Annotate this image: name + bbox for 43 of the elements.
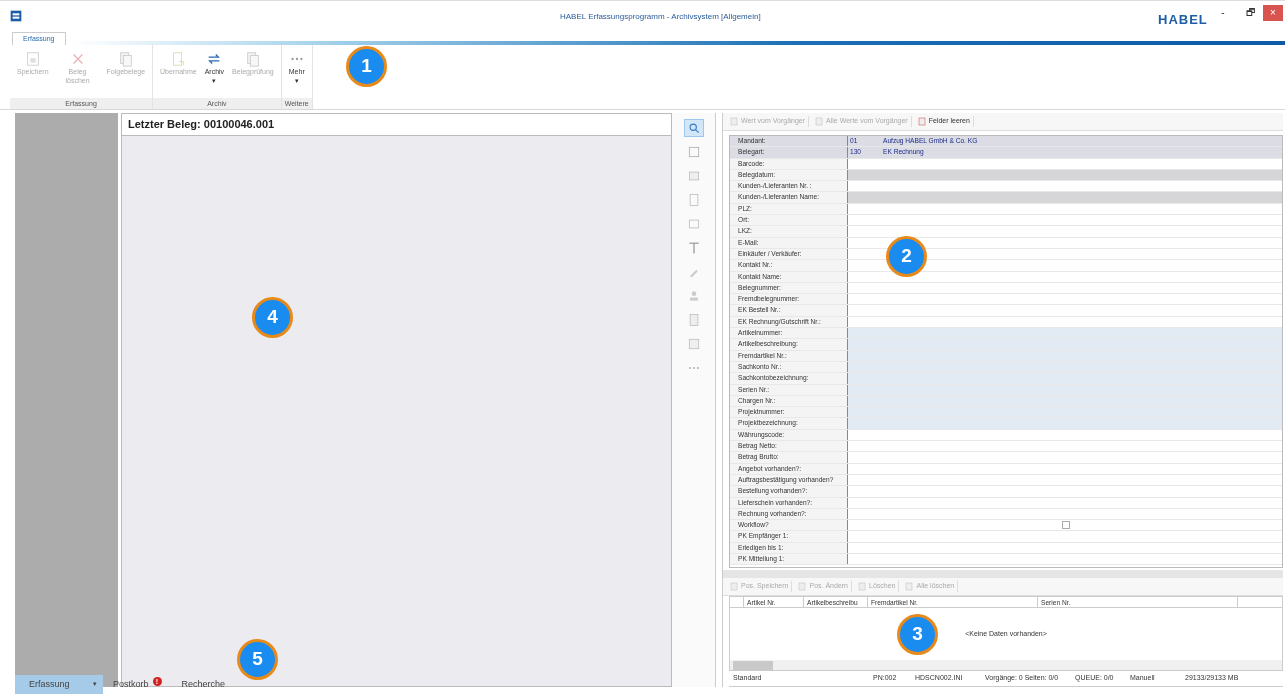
bottom-tab[interactable]: Recherche [171, 675, 236, 694]
window-title: HABEL Erfassungsprogramm - Archivsystem [Allgemein] [560, 11, 761, 23]
page-icon [686, 337, 701, 351]
field-input[interactable] [848, 350, 1282, 361]
minimize-button[interactable]: - [1213, 5, 1233, 21]
restore-button[interactable]: 🗗 [1240, 5, 1260, 21]
document-icon [686, 193, 701, 207]
document-icon [798, 582, 808, 591]
field-input[interactable] [848, 395, 1282, 407]
viewer-tool-button[interactable] [683, 119, 704, 137]
field-input[interactable] [848, 169, 1282, 181]
app-icon [10, 9, 22, 22]
callout-badge: 2 [886, 236, 927, 277]
field-input[interactable] [848, 384, 1282, 395]
document-icon [686, 313, 701, 327]
document-icon [917, 117, 927, 126]
splitter-bar[interactable] [723, 570, 1283, 578]
document-icon [730, 117, 739, 126]
field-input[interactable] [848, 418, 1282, 429]
field-input[interactable] [848, 192, 1282, 203]
text-icon [686, 241, 701, 255]
document-icon [905, 582, 915, 591]
documents-icon [117, 51, 134, 67]
close-button[interactable]: × [1263, 5, 1283, 21]
callout-badge: 3 [897, 614, 938, 655]
page-icon [686, 145, 701, 159]
checkbox[interactable] [1062, 521, 1070, 530]
document-icon [815, 117, 825, 126]
frame-icon [686, 217, 701, 231]
callout-badge: 1 [346, 46, 387, 87]
field-input[interactable] [848, 339, 1282, 350]
documents-icon [244, 51, 261, 67]
logo: HABEL [1158, 11, 1208, 29]
document-icon [170, 51, 187, 67]
document-icon [730, 582, 739, 591]
save-icon [24, 51, 41, 67]
swap-arrows-icon [206, 51, 223, 67]
field-input[interactable] [848, 407, 1282, 418]
image-icon [686, 169, 701, 183]
field-input[interactable] [848, 373, 1282, 384]
document-icon [858, 582, 867, 591]
field-input[interactable] [848, 361, 1282, 373]
field-input[interactable] [848, 328, 1282, 339]
